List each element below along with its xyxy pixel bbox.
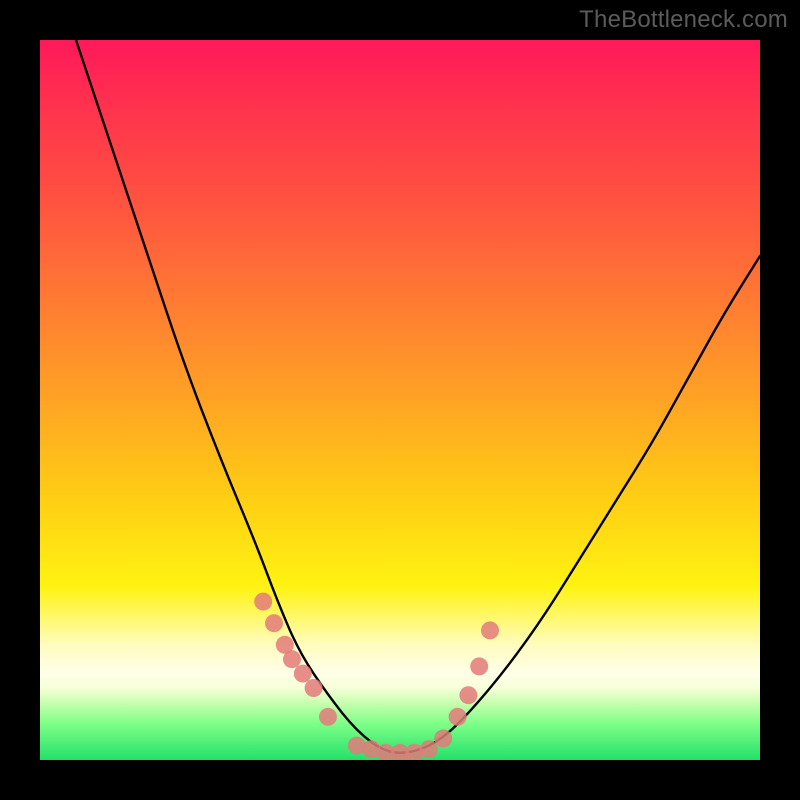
plot-background-gradient [40, 40, 760, 760]
watermark-text: TheBottleneck.com [579, 6, 788, 34]
chart-frame: TheBottleneck.com [0, 0, 800, 800]
